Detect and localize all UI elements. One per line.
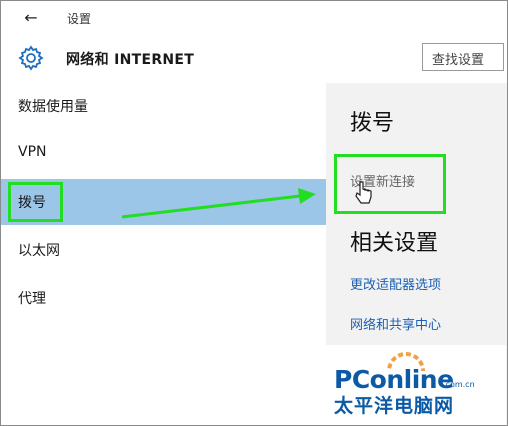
gear-icon: [18, 45, 44, 71]
window-title: 设置: [67, 12, 92, 26]
sidebar-item-data-usage[interactable]: 数据使用量: [1, 83, 326, 129]
highlight-box-new-connection: [334, 154, 446, 214]
sidebar-item-label: VPN: [18, 144, 47, 160]
page-header: 网络和 INTERNET 查找设置: [1, 33, 507, 83]
sidebar-item-vpn[interactable]: VPN: [1, 131, 326, 177]
watermark-brand: PConline: [334, 365, 454, 394]
title-bar: ← 设置: [1, 1, 507, 33]
highlight-box-dialup: [8, 182, 63, 222]
search-placeholder: 查找设置: [432, 53, 485, 68]
sharing-center-link[interactable]: 网络和共享中心: [350, 314, 441, 333]
sidebar-item-label: 数据使用量: [18, 99, 88, 115]
sidebar: 数据使用量 VPN 拨号 以太网 代理: [1, 83, 326, 423]
adapter-options-link[interactable]: 更改适配器选项: [350, 274, 441, 293]
sidebar-item-label: 以太网: [18, 243, 60, 259]
watermark: PConline .com.cn 太平洋电脑网: [306, 345, 506, 424]
watermark-cn: 太平洋电脑网: [334, 395, 455, 417]
sidebar-item-label: 代理: [18, 291, 46, 307]
watermark-domain: .com.cn: [443, 380, 475, 389]
section-heading: 拨号: [350, 111, 395, 136]
related-settings-heading: 相关设置: [350, 231, 439, 256]
sidebar-item-ethernet[interactable]: 以太网: [1, 227, 326, 273]
sidebar-item-proxy[interactable]: 代理: [1, 275, 326, 321]
page-title: 网络和 INTERNET: [66, 52, 195, 68]
back-arrow-icon[interactable]: ←: [21, 8, 41, 28]
search-input[interactable]: 查找设置: [422, 43, 504, 71]
